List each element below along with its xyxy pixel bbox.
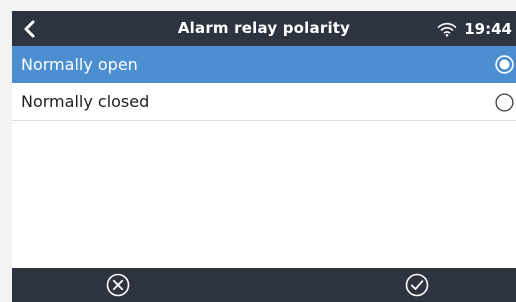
- radio-unselected-icon[interactable]: [495, 93, 514, 112]
- circle-check-icon: [405, 273, 429, 297]
- cancel-button[interactable]: [88, 268, 148, 302]
- confirm-button[interactable]: [387, 268, 447, 302]
- option-label: Normally closed: [21, 92, 150, 111]
- status-area: 19:44: [437, 11, 512, 46]
- option-label: Normally open: [21, 55, 138, 74]
- option-normally-open[interactable]: Normally open: [12, 46, 516, 84]
- screen: Alarm relay polarity 19:44 Normally open…: [12, 11, 516, 302]
- option-normally-closed[interactable]: Normally closed: [12, 84, 516, 121]
- wifi-icon: [437, 22, 457, 37]
- status-time: 19:44: [464, 19, 512, 38]
- options-list: Normally open Normally closed: [12, 46, 516, 121]
- footer-bar: [12, 268, 516, 302]
- circle-x-icon: [106, 273, 130, 297]
- header-bar: Alarm relay polarity 19:44: [12, 11, 516, 46]
- radio-selected-icon[interactable]: [495, 55, 514, 74]
